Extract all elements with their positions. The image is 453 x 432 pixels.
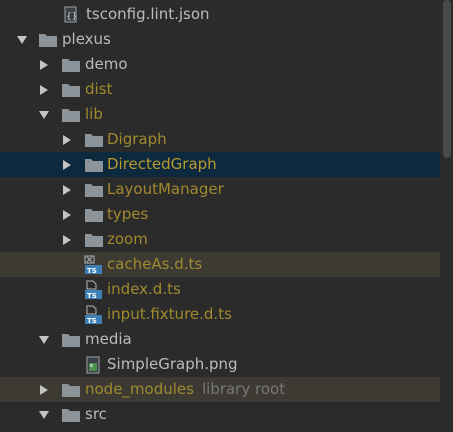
chevron-down-icon[interactable] (38, 409, 50, 421)
folder-icon (61, 56, 81, 74)
svg-text:TS: TS (87, 267, 97, 275)
tree-item-label: DirectedGraph (107, 155, 217, 173)
tree-item-input-fixture-d-ts[interactable]: TS input.fixture.d.ts (0, 302, 440, 327)
chevron-right-icon[interactable] (61, 134, 73, 146)
tree-item-label: types (107, 205, 149, 223)
folder-icon (61, 331, 81, 349)
tree-item-label: media (85, 330, 132, 348)
svg-text:{}: {} (66, 12, 77, 22)
chevron-right-icon[interactable] (38, 59, 50, 71)
tree-item-index-d-ts[interactable]: TS index.d.ts (0, 277, 440, 302)
folder-icon (61, 81, 81, 99)
chevron-right-icon[interactable] (61, 209, 73, 221)
tree-item-label: zoom (107, 230, 148, 248)
tree-item-label: dist (85, 80, 113, 98)
chevron-right-icon[interactable] (61, 234, 73, 246)
tree-item-simplegraph-png[interactable]: SimpleGraph.png (0, 352, 440, 377)
folder-icon (84, 156, 104, 174)
project-tree: {} tsconfig.lint.json plexus demo dist l (0, 0, 440, 432)
image-file-icon (84, 355, 104, 374)
tree-item-dist[interactable]: dist (0, 77, 440, 102)
folder-icon (84, 231, 104, 249)
folder-icon (38, 31, 58, 49)
tree-item-types[interactable]: types (0, 202, 440, 227)
chevron-right-icon[interactable] (38, 84, 50, 96)
tree-item-tsconfig-lint-json[interactable]: {} tsconfig.lint.json (0, 2, 440, 27)
tree-item-media[interactable]: media (0, 327, 440, 352)
folder-icon (84, 181, 104, 199)
tree-item-node-modules[interactable]: node_modules library root (0, 377, 440, 402)
ts-file-error-icon: TS (84, 255, 104, 275)
tree-item-label: Digraph (107, 130, 167, 148)
tree-item-label: demo (85, 55, 128, 73)
tree-item-lib[interactable]: lib (0, 102, 440, 127)
tree-item-plexus[interactable]: plexus (0, 27, 440, 52)
chevron-down-icon[interactable] (38, 334, 50, 346)
ts-file-icon: TS (84, 280, 104, 300)
tree-item-label: index.d.ts (107, 280, 181, 298)
tree-item-label: tsconfig.lint.json (86, 5, 210, 23)
svg-text:TS: TS (87, 317, 97, 325)
svg-text:TS: TS (87, 292, 97, 300)
folder-icon (84, 206, 104, 224)
tree-item-label: LayoutManager (107, 180, 224, 198)
tree-item-demo[interactable]: demo (0, 52, 440, 77)
folder-icon (84, 131, 104, 149)
tree-item-layoutmanager[interactable]: LayoutManager (0, 177, 440, 202)
tree-item-label: input.fixture.d.ts (107, 305, 232, 323)
tree-item-label: src (85, 405, 107, 423)
tree-item-label: cacheAs.d.ts (107, 255, 203, 273)
tree-item-label: plexus (62, 30, 111, 48)
tree-item-cacheas-d-ts[interactable]: TS cacheAs.d.ts (0, 252, 440, 277)
chevron-down-icon[interactable] (16, 34, 28, 46)
chevron-down-icon[interactable] (38, 109, 50, 121)
tree-item-src[interactable]: src (0, 402, 440, 427)
tree-item-digraph[interactable]: Digraph (0, 127, 440, 152)
scrollbar-thumb[interactable] (443, 0, 451, 158)
tree-item-label: SimpleGraph.png (107, 355, 238, 373)
folder-icon (61, 381, 81, 399)
vertical-scrollbar[interactable] (440, 0, 453, 432)
chevron-right-icon[interactable] (61, 184, 73, 196)
chevron-right-icon[interactable] (38, 384, 50, 396)
ts-file-icon: TS (84, 305, 104, 325)
json-file-icon: {} (62, 6, 82, 24)
tree-item-label: lib (85, 105, 103, 123)
tree-item-name: node_modules (85, 380, 194, 398)
library-root-annotation: library root (201, 380, 286, 398)
folder-icon (61, 406, 81, 424)
tree-item-zoom[interactable]: zoom (0, 227, 440, 252)
tree-item-label: node_modules library root (85, 377, 285, 402)
tree-item-directedgraph[interactable]: DirectedGraph (0, 152, 440, 177)
folder-icon (61, 106, 81, 124)
chevron-right-icon[interactable] (61, 159, 73, 171)
